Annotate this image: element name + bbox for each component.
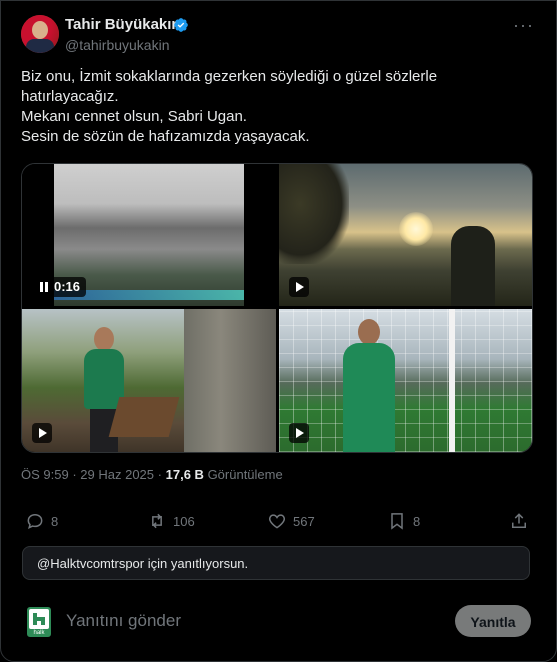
reply-button[interactable]: 8 [25,509,58,533]
tree-silhouette [279,164,349,264]
bookmark-count: 8 [413,513,421,529]
video-thumbnail-sunset[interactable] [279,164,532,306]
heart-icon [268,514,286,529]
person-figure [343,319,395,452]
like-count: 567 [293,513,315,529]
reply-count: 8 [51,513,59,529]
play-icon[interactable] [289,423,309,443]
tweet-line: Biz onu, İzmit sokaklarında gezerken söy… [21,68,438,85]
person-jacket [343,343,395,452]
replying-to-text[interactable]: @Halktvcomtrspor için yanıtlıyorsun. [37,556,248,571]
play-icon[interactable] [32,423,52,443]
video-duration: 0:16 [54,279,81,294]
reply-submit-button[interactable]: Yanıtla [455,605,531,637]
bench-shape [108,397,180,437]
tweet-body: Biz onu, İzmit sokaklarında gezerken söy… [21,67,536,147]
tweet-line: Sesin de sözün de hafızamızda yaşayacak. [21,128,310,145]
author-avatar[interactable] [21,15,59,53]
video-duration-badge[interactable]: 0:16 [34,277,87,297]
video-thumbnail-park[interactable] [22,309,276,452]
sun-glow [399,212,433,246]
repost-icon [152,513,162,529]
reply-composer: halk Yanıtını gönder Yanıtla [21,601,536,641]
tweet-time[interactable]: ÖS 9:59 [21,467,69,482]
share-icon [512,513,526,528]
goal-post [449,309,455,452]
person-head [94,327,114,351]
author-name[interactable]: Tahir Büyükakın [65,16,181,33]
person-head [358,319,380,345]
halk-logo: halk [27,607,51,637]
meta-separator: · [72,467,77,482]
goal-net-pattern [279,309,532,452]
pause-icon[interactable] [40,282,48,292]
tweet-line: hatırlayacağız. [21,88,119,105]
metal-box-shape [184,309,276,452]
view-count: 17,6 B [165,467,204,482]
person-silhouette [451,226,495,306]
action-bar: 8 106 567 8 [21,509,536,535]
repost-count: 106 [173,513,195,529]
bookmark-icon [391,513,403,530]
tweet-meta: ÖS 9:59 · 29 Haz 2025 · 17,6 B Görüntüle… [21,467,283,482]
like-button[interactable]: 567 [267,509,315,533]
repost-button[interactable]: 106 [147,509,195,533]
tweet-card: Tahir Büyükakın @tahirbuyukakin ··· Biz … [0,0,557,662]
reply-input[interactable]: Yanıtını gönder [66,611,181,631]
video-thumbnail-stadium[interactable] [279,309,532,452]
bookmark-button[interactable]: 8 [387,509,420,533]
share-button[interactable] [509,509,529,533]
replying-to-banner: @Halktvcomtrspor için yanıtlıyorsun. [22,546,530,580]
avatar-suit [26,39,54,53]
play-icon[interactable] [289,277,309,297]
verified-badge-icon [174,18,188,32]
tweet-line: Mekanı cennet olsun, Sabri Ugan. [21,108,247,125]
tweet-date[interactable]: 29 Haz 2025 [80,467,154,482]
views-label: Görüntüleme [207,467,283,482]
media-grid: 0:16 [21,163,533,453]
video-thumbnail-rain[interactable]: 0:16 [22,164,276,306]
more-options-icon[interactable]: ··· [513,15,534,36]
meta-separator: · [157,467,162,482]
logo-text: halk [33,630,45,636]
logo-stroke [41,617,45,625]
author-handle[interactable]: @tahirbuyukakin [65,37,170,53]
reply-icon [27,513,43,530]
avatar-head [32,21,48,39]
